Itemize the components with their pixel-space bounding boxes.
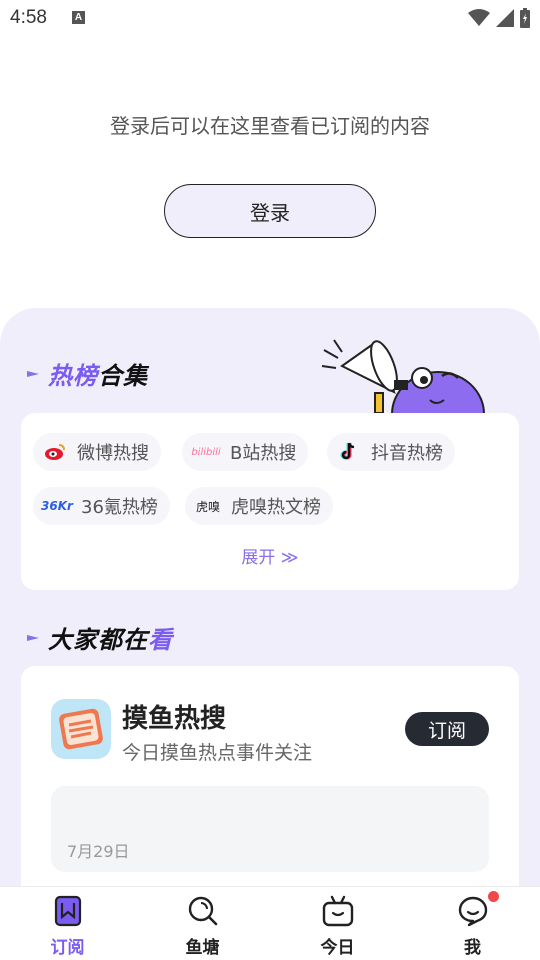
- douyin-icon: [337, 442, 361, 462]
- preview-date: 7月29日: [67, 842, 130, 861]
- chip-bilibili[interactable]: bilibili B站热搜: [182, 433, 309, 471]
- hot-section-title: 热榜 合集: [26, 356, 148, 391]
- feed-preview[interactable]: 7月29日: [51, 786, 489, 872]
- signal-icon: [496, 9, 514, 27]
- nav-pond[interactable]: 鱼塘: [135, 887, 270, 960]
- notification-dot: [488, 891, 499, 902]
- battery-icon: [520, 8, 530, 28]
- nav-label: 鱼塘: [185, 938, 220, 958]
- hot-title-rest: 合集: [98, 362, 148, 390]
- feed-name: 摸鱼热搜: [122, 704, 227, 734]
- hot-list-card: 微博热搜 bilibili B站热搜 抖音热榜 36Kr 36氪热榜 虎嗅 虎嗅…: [21, 413, 519, 590]
- bullet-icon: [27, 370, 39, 377]
- chip-36kr[interactable]: 36Kr 36氪热榜: [33, 487, 170, 525]
- bilibili-icon: bilibili: [191, 446, 221, 458]
- chip-label: B站热搜: [230, 443, 297, 464]
- subscribe-button[interactable]: 订阅: [405, 712, 489, 746]
- chip-label: 36氪热榜: [81, 497, 158, 518]
- weibo-icon: [43, 442, 67, 462]
- search-icon: [188, 896, 218, 926]
- feed-description: 今日摸鱼热点事件关注: [122, 742, 313, 764]
- popular-title-highlight: 看: [148, 626, 173, 654]
- notification-icon: A: [72, 11, 85, 24]
- status-time: 4:58: [10, 7, 47, 28]
- 36kr-icon: 36Kr: [41, 499, 73, 513]
- app-screen: 4:58 A 登录后可以在这里查看已订阅的内容 登录 热榜 合集 微博热搜 bi…: [0, 0, 540, 960]
- chip-label: 微博热搜: [77, 443, 149, 464]
- bullet-icon: [27, 634, 39, 641]
- popular-section-title: 大家都在看: [26, 620, 173, 655]
- nav-label: 今日: [320, 938, 355, 958]
- chip-huxiu[interactable]: 虎嗅 虎嗅热文榜: [185, 487, 333, 525]
- status-icons: [468, 7, 530, 29]
- chip-label: 虎嗅热文榜: [231, 497, 321, 518]
- moyu-app-icon: [51, 699, 111, 759]
- login-button[interactable]: 登录: [164, 184, 376, 238]
- login-prompt-text: 登录后可以在这里查看已订阅的内容: [110, 114, 430, 138]
- chat-face-icon: [458, 896, 488, 927]
- wifi-icon: [468, 9, 490, 26]
- nav-today[interactable]: 今日: [270, 887, 405, 960]
- huxiu-icon: 虎嗅: [195, 499, 220, 514]
- bookmark-icon: [54, 895, 82, 927]
- nav-me[interactable]: 我: [405, 887, 540, 960]
- bottom-nav: 订阅 鱼塘 今日 我: [0, 886, 540, 960]
- megaphone-mascot-icon: [321, 339, 485, 414]
- chip-douyin[interactable]: 抖音热榜: [327, 433, 455, 471]
- nav-label: 我: [464, 938, 481, 958]
- hot-title-highlight: 热榜: [48, 362, 98, 390]
- popular-title-rest: 大家都在: [48, 626, 148, 654]
- chip-weibo[interactable]: 微博热搜: [33, 433, 161, 471]
- expand-button[interactable]: 展开 ≫: [21, 543, 519, 568]
- status-bar: 4:58 A: [0, 0, 540, 36]
- chip-label: 抖音热榜: [371, 443, 443, 464]
- nav-label: 订阅: [50, 938, 85, 958]
- tv-icon: [322, 895, 354, 927]
- nav-subscribe[interactable]: 订阅: [0, 887, 135, 960]
